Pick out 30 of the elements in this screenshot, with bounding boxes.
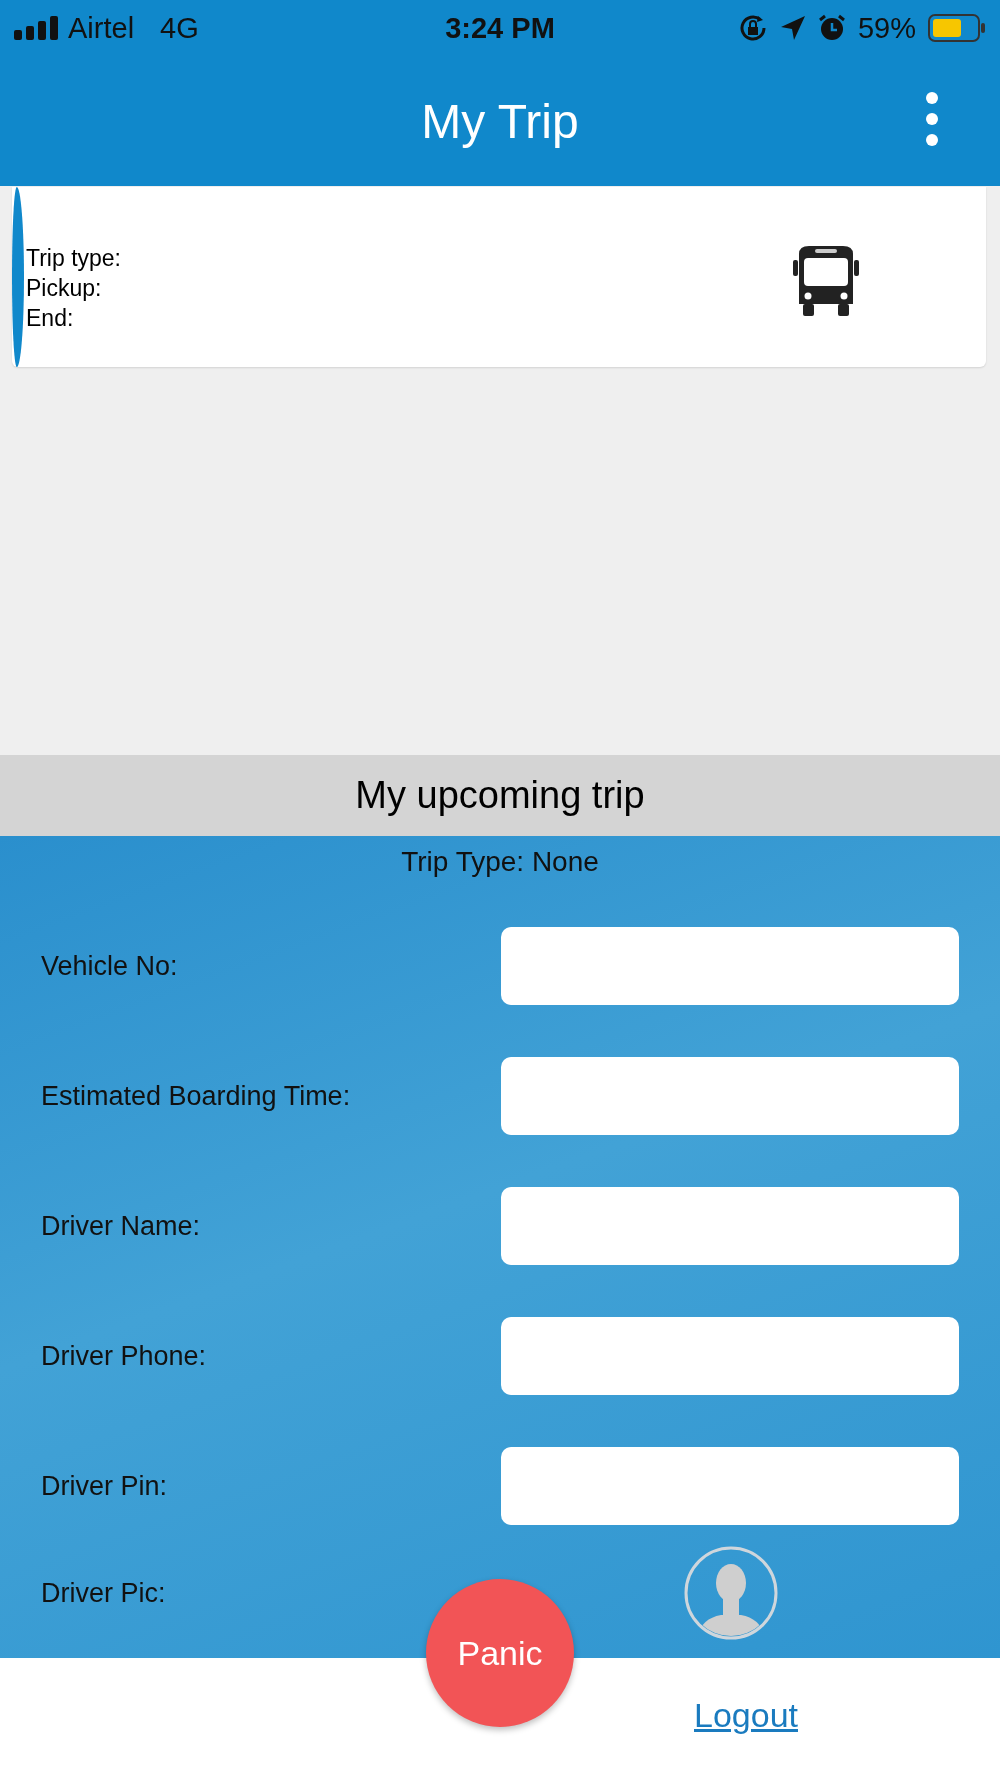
- battery-icon: [928, 14, 986, 42]
- bus-icon: [793, 246, 859, 316]
- field-label: Driver Pic:: [41, 1577, 167, 1609]
- alarm-clock-icon: [817, 14, 846, 42]
- input-field[interactable]: [501, 927, 959, 1005]
- input-field[interactable]: [501, 1447, 959, 1525]
- field-label: Estimated Boarding Time:: [41, 1080, 351, 1112]
- location-arrow-icon: [779, 15, 806, 41]
- carrier-name: Airtel: [68, 11, 135, 45]
- logout-link[interactable]: Logout: [694, 1696, 798, 1735]
- field-label: Driver Pin:: [41, 1470, 168, 1502]
- trip-card[interactable]: Trip type: Pickup: End:: [12, 187, 986, 367]
- clock-time: 3:24 PM: [444, 11, 556, 45]
- signal-icon: [14, 16, 60, 40]
- input-field[interactable]: [501, 1317, 959, 1395]
- input-field[interactable]: [501, 1057, 959, 1135]
- trip-detail-label: End:: [26, 304, 75, 333]
- field-label: Driver Phone:: [41, 1340, 207, 1372]
- avatar-placeholder-icon: [683, 1545, 779, 1641]
- input-field[interactable]: [501, 1187, 959, 1265]
- battery-percent: 59%: [857, 11, 916, 45]
- network-type: 4G: [160, 11, 199, 45]
- field-label: Driver Name:: [41, 1210, 201, 1242]
- screen-title: My Trip: [421, 93, 579, 149]
- trip-detail-label: Trip type:: [26, 244, 122, 273]
- section-title: My upcoming trip: [355, 774, 645, 817]
- rotation-lock-icon: [737, 13, 768, 43]
- trip-type-text: Trip Type: None: [400, 846, 600, 879]
- field-label: Vehicle No:: [41, 950, 178, 982]
- trip-detail-label: Pickup:: [26, 274, 103, 303]
